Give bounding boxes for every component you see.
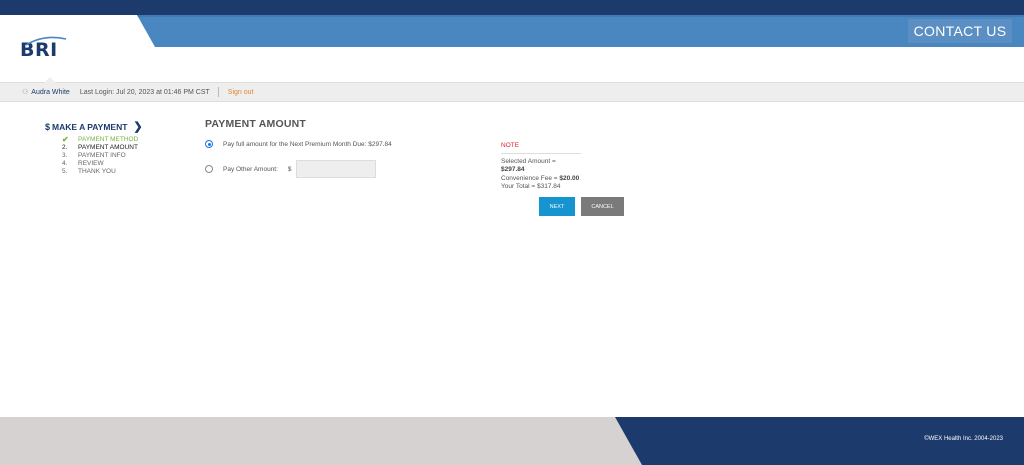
step-label: THANK YOU <box>78 168 116 175</box>
full-amount-label[interactable]: Pay full amount for the Next Premium Mon… <box>223 141 392 148</box>
make-payment-heading: $ MAKE A PAYMENT ❯ <box>45 120 143 133</box>
step-review: 4. REVIEW <box>62 160 138 168</box>
selected-amount-row: Selected Amount = $297.84 <box>501 158 581 175</box>
next-button[interactable]: NEXT <box>539 197 575 216</box>
currency-symbol: $ <box>287 165 292 173</box>
logo-pointer <box>44 77 56 83</box>
contact-us-button[interactable]: CONTACT US <box>908 19 1012 43</box>
divider <box>217 87 219 97</box>
option-other-amount[interactable]: Pay Other Amount: $ <box>205 160 376 178</box>
total-value: $317.84 <box>536 183 561 190</box>
step-payment-info: 3. PAYMENT INFO <box>62 152 138 160</box>
convenience-fee-row: Convenience Fee = $20.00 <box>501 175 581 184</box>
bri-logo[interactable]: BRI <box>20 30 76 70</box>
top-bar <box>0 0 1024 15</box>
step-payment-amount: 2. PAYMENT AMOUNT <box>62 144 138 152</box>
steps-list: ✔ PAYMENT METHOD 2. PAYMENT AMOUNT 3. PA… <box>62 136 138 176</box>
other-amount-label[interactable]: Pay Other Amount: <box>223 166 278 173</box>
header-band <box>0 15 1024 47</box>
step-label: PAYMENT METHOD <box>78 136 139 143</box>
sign-out-link[interactable]: Sign out <box>228 89 254 96</box>
last-login: Last Login: Jul 20, 2023 at 01:46 PM CST <box>79 88 210 96</box>
logo-swoosh-icon <box>25 36 67 46</box>
other-amount-input[interactable] <box>295 160 376 178</box>
selected-amount-label: Selected Amount = <box>501 157 556 165</box>
step-thank-you: 5. THANK YOU <box>62 168 138 176</box>
full-amount-radio[interactable] <box>205 140 213 148</box>
page-title: PAYMENT AMOUNT <box>205 118 306 130</box>
total-row: Your Total = $317.84 <box>501 183 581 192</box>
option-full-amount[interactable]: Pay full amount for the Next Premium Mon… <box>205 140 392 148</box>
step-label: PAYMENT AMOUNT <box>78 144 138 151</box>
footer <box>0 417 1024 465</box>
total-label: Your Total = <box>501 183 537 190</box>
selected-amount-value: $297.84 <box>501 166 525 173</box>
step-number: 2. <box>62 144 68 151</box>
note-title: NOTE <box>501 142 581 154</box>
convenience-fee-value: $20.00 <box>559 174 580 182</box>
page: CONTACT US BRI ⚇ Audra White Last Login:… <box>0 0 1024 465</box>
step-payment-method: ✔ PAYMENT METHOD <box>62 136 138 144</box>
step-number: 5. <box>62 168 68 175</box>
contact-us-label: CONTACT US <box>913 23 1007 39</box>
step-number: 3. <box>62 152 68 159</box>
cancel-button[interactable]: CANCEL <box>581 197 624 216</box>
dollar-icon: $ <box>45 121 51 132</box>
step-number: 4. <box>62 160 68 167</box>
copyright: ©WEX Health Inc. 2004-2023 <box>924 436 1003 442</box>
other-amount-radio[interactable] <box>205 165 213 173</box>
user-name[interactable]: Audra White <box>31 89 70 96</box>
note-box: NOTE Selected Amount = $297.84 Convenien… <box>501 142 581 192</box>
chevron-right-icon: ❯ <box>133 121 143 133</box>
convenience-fee-label: Convenience Fee = <box>501 174 560 182</box>
step-label: REVIEW <box>78 160 104 167</box>
make-payment-label: MAKE A PAYMENT <box>52 121 128 132</box>
user-icon: ⚇ <box>22 89 29 96</box>
user-bar: ⚇ Audra White Last Login: Jul 20, 2023 a… <box>0 77 1024 102</box>
step-label: PAYMENT INFO <box>78 152 126 159</box>
checkmark-icon: ✔ <box>62 135 69 144</box>
